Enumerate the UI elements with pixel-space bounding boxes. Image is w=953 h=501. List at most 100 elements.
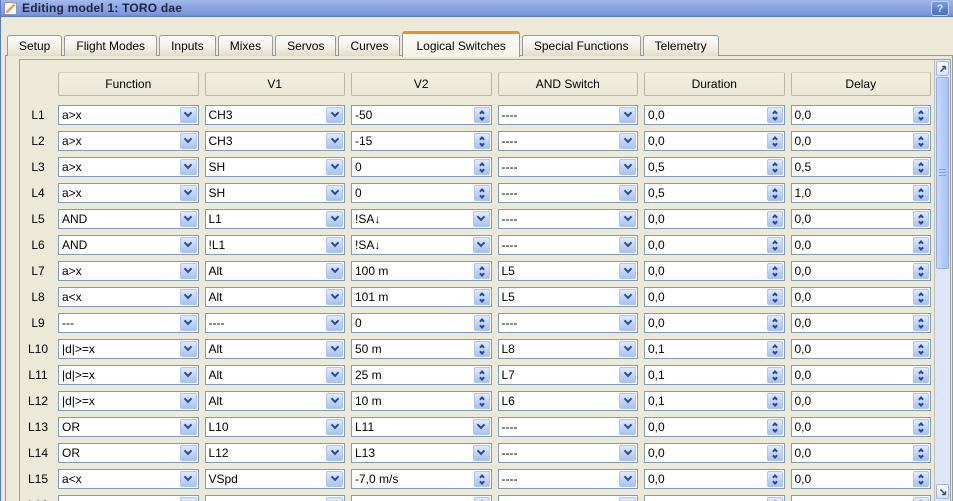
v1-select[interactable]: Alt — [205, 287, 346, 307]
duration-spinbox[interactable]: 0,0 — [644, 443, 785, 463]
v2-select[interactable]: L13 — [351, 443, 492, 463]
delay-spinbox[interactable]: 0,0 — [791, 443, 932, 463]
dropdown-arrow-button[interactable] — [326, 393, 343, 409]
scroll-down-button[interactable] — [936, 484, 949, 499]
tab[interactable]: Mixes — [218, 35, 273, 56]
spin-down-button[interactable] — [480, 375, 484, 382]
dropdown-arrow-button[interactable] — [326, 341, 343, 357]
and-switch-select[interactable]: ---- — [498, 131, 639, 151]
duration-spinbox[interactable]: 0,0 — [644, 235, 785, 255]
function-select[interactable]: a>x — [58, 157, 199, 177]
spin-up-button[interactable] — [919, 316, 923, 323]
delay-spinbox[interactable]: 0,0 — [791, 209, 932, 229]
spin-down-button[interactable] — [919, 349, 923, 356]
delay-spinbox[interactable]: 0,0 — [791, 417, 932, 437]
dropdown-arrow-button[interactable] — [180, 159, 197, 175]
spin-down-button[interactable] — [919, 193, 923, 200]
spin-up-button[interactable] — [919, 342, 923, 349]
spin-up-button[interactable] — [919, 238, 923, 245]
spin-down-button[interactable] — [773, 479, 777, 486]
tab[interactable]: Setup — [7, 35, 62, 56]
dropdown-arrow-button[interactable] — [180, 367, 197, 383]
dropdown-arrow-button[interactable] — [619, 419, 636, 435]
spin-down-button[interactable] — [919, 115, 923, 122]
delay-spinbox[interactable]: 0,0 — [791, 287, 932, 307]
scrollbar-thumb[interactable] — [936, 77, 949, 269]
dropdown-arrow-button[interactable] — [619, 263, 636, 279]
v1-select[interactable]: ---- — [205, 313, 346, 333]
dropdown-arrow-button[interactable] — [473, 419, 490, 435]
tab[interactable]: Curves — [338, 35, 400, 56]
function-select[interactable]: a>x — [58, 105, 199, 125]
spin-down-button[interactable] — [919, 219, 923, 226]
spin-up-button[interactable] — [919, 472, 923, 479]
dropdown-arrow-button[interactable] — [619, 341, 636, 357]
duration-spinbox[interactable]: 0,1 — [644, 365, 785, 385]
function-select[interactable]: OR — [58, 417, 199, 437]
delay-spinbox[interactable]: 0,0 — [791, 391, 932, 411]
dropdown-arrow-button[interactable] — [180, 289, 197, 305]
v1-select[interactable]: L12 — [205, 443, 346, 463]
v2-select[interactable]: !SA↓ — [351, 235, 492, 255]
spin-down-button[interactable] — [480, 167, 484, 174]
v1-select[interactable]: Alt — [205, 391, 346, 411]
dropdown-arrow-button[interactable] — [619, 367, 636, 383]
spin-up-button[interactable] — [919, 394, 923, 401]
spin-down-button[interactable] — [480, 349, 484, 356]
dropdown-arrow-button[interactable] — [180, 393, 197, 409]
spin-down-button[interactable] — [919, 271, 923, 278]
dropdown-arrow-button[interactable] — [180, 133, 197, 149]
dropdown-arrow-button[interactable] — [326, 263, 343, 279]
dropdown-arrow-button[interactable] — [619, 237, 636, 253]
v2-spinbox[interactable]: -50 — [351, 105, 492, 125]
v1-select[interactable]: SH — [205, 157, 346, 177]
v1-select[interactable]: L10 — [205, 417, 346, 437]
delay-spinbox[interactable]: 1,0 — [791, 183, 932, 203]
tab[interactable]: Telemetry — [643, 35, 719, 56]
spin-down-button[interactable] — [480, 401, 484, 408]
spin-up-button[interactable] — [919, 186, 923, 193]
dropdown-arrow-button[interactable] — [326, 107, 343, 123]
spin-down-button[interactable] — [773, 349, 777, 356]
duration-spinbox[interactable]: 0,0 — [644, 313, 785, 333]
delay-spinbox[interactable]: 0,0 — [791, 131, 932, 151]
spin-down-button[interactable] — [919, 401, 923, 408]
spin-down-button[interactable] — [773, 401, 777, 408]
v2-spinbox[interactable]: -7,0 m/s — [351, 469, 492, 489]
v2-select[interactable]: !SA↓ — [351, 209, 492, 229]
dropdown-arrow-button[interactable] — [326, 289, 343, 305]
dropdown-arrow-button[interactable] — [180, 445, 197, 461]
spin-up-button[interactable] — [919, 134, 923, 141]
function-select[interactable]: AND — [58, 235, 199, 255]
v1-select[interactable]: SH — [205, 183, 346, 203]
and-switch-select[interactable]: ---- — [498, 235, 639, 255]
spin-down-button[interactable] — [773, 453, 777, 460]
v2-spinbox[interactable]: 0 — [351, 157, 492, 177]
and-switch-select[interactable]: L7 — [498, 365, 639, 385]
function-select[interactable]: a>x — [58, 131, 199, 151]
dropdown-arrow-button[interactable] — [180, 263, 197, 279]
delay-spinbox[interactable]: 0,0 — [791, 261, 932, 281]
dropdown-arrow-button[interactable] — [326, 315, 343, 331]
spin-up-button[interactable] — [919, 446, 923, 453]
spin-down-button[interactable] — [919, 427, 923, 434]
dropdown-arrow-button[interactable] — [619, 471, 636, 487]
and-switch-select[interactable]: ---- — [498, 313, 639, 333]
spin-down-button[interactable] — [480, 115, 484, 122]
v2-spinbox[interactable]: 0 — [351, 313, 492, 333]
delay-spinbox[interactable]: 0,0 — [791, 469, 932, 489]
spin-down-button[interactable] — [919, 375, 923, 382]
dropdown-arrow-button[interactable] — [619, 289, 636, 305]
duration-spinbox[interactable]: 0,0 — [644, 261, 785, 281]
and-switch-select[interactable]: L5 — [498, 261, 639, 281]
delay-spinbox[interactable]: 0,0 — [791, 313, 932, 333]
dropdown-arrow-button[interactable] — [619, 159, 636, 175]
spin-up-button[interactable] — [919, 160, 923, 167]
function-select[interactable]: |d|>=x — [58, 391, 199, 411]
dropdown-arrow-button[interactable] — [180, 107, 197, 123]
spin-down-button[interactable] — [480, 479, 484, 486]
dropdown-arrow-button[interactable] — [180, 497, 197, 501]
duration-spinbox[interactable]: 0,0 — [644, 105, 785, 125]
v2-select[interactable]: L11 — [351, 417, 492, 437]
duration-spinbox[interactable]: 0,1 — [644, 391, 785, 411]
